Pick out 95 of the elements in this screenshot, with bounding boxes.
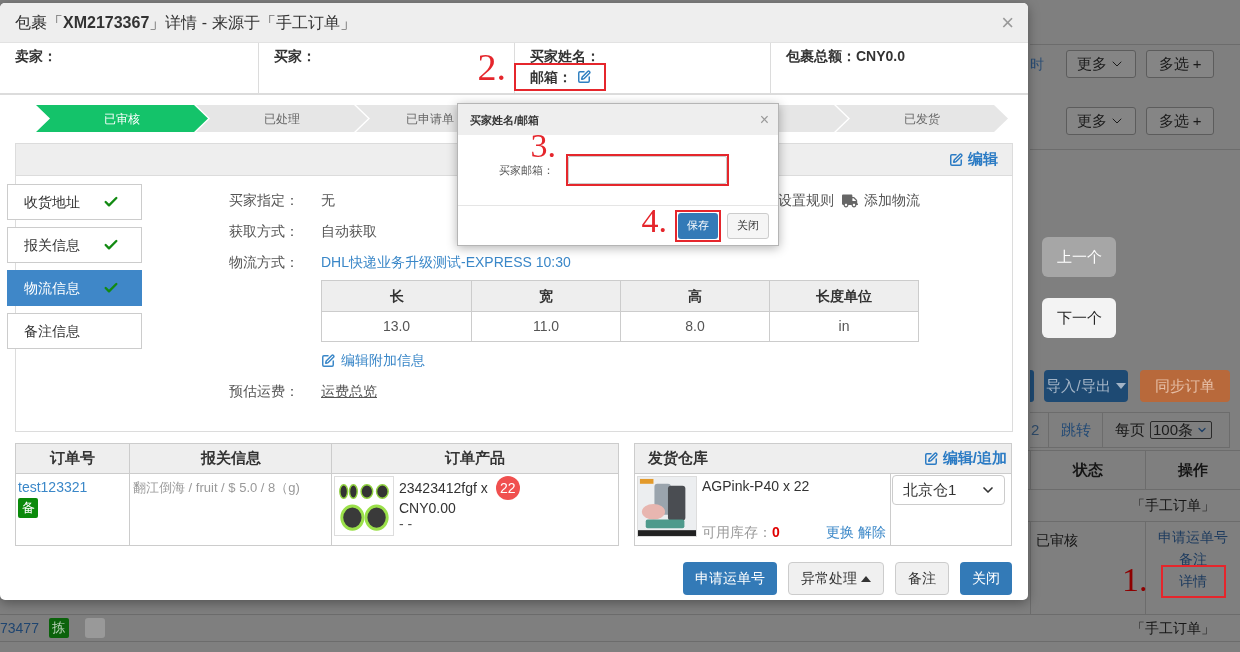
product-sku: 23423412fgf x — [399, 478, 488, 498]
tab[interactable]: 备注信息 — [7, 313, 142, 349]
page-count: 2 — [1030, 413, 1049, 447]
annotation-number: 2. — [477, 48, 506, 86]
freight-overview-link[interactable]: 运费总览 — [321, 381, 377, 402]
tool-link[interactable]: 设置规则 — [778, 190, 834, 211]
annotation-number: 1. — [1122, 563, 1148, 597]
field-label: 邮箱： — [530, 67, 572, 87]
dialog-title: 包裹「XM2173367」详情 - 来源于「手工订单」 — [15, 12, 356, 33]
dialog-button[interactable]: 关闭 — [727, 212, 769, 239]
field-label: 预估运费： — [228, 382, 299, 401]
action-link[interactable]: 申请运单号 — [1158, 526, 1228, 548]
stock-label: 可用库存： — [702, 524, 772, 540]
column-header: 长 — [388, 286, 405, 306]
table-cell: 8.0 — [620, 312, 769, 341]
field-label: 物流方式： — [228, 253, 299, 272]
footer-button[interactable]: 申请运单号 — [683, 562, 777, 595]
close-button[interactable]: × — [759, 111, 769, 128]
jump-link[interactable]: 跳转 — [1049, 413, 1103, 447]
order-source: 「手工订单」 — [1131, 496, 1215, 515]
progress-step: 已发货 — [836, 105, 1008, 132]
order-status: 已审核 — [1036, 532, 1078, 548]
column-header: 高 — [620, 281, 769, 311]
column-header: 操作 — [1178, 459, 1208, 480]
annotation-number: 4. — [641, 203, 667, 238]
item-link[interactable]: 解除 — [858, 524, 886, 540]
toolbar-button[interactable]: 更多 — [1066, 107, 1136, 135]
column-header: 长度单位 — [769, 281, 918, 311]
field-label: 卖家： — [15, 46, 57, 66]
phones-drawing — [637, 476, 697, 537]
field-label: 买家邮箱： — [498, 163, 554, 177]
field-label: 买家指定： — [228, 191, 299, 210]
table-cell: 11.0 — [471, 312, 620, 341]
button-edge[interactable] — [1030, 370, 1034, 402]
per-page-label: 每页 — [1115, 419, 1145, 440]
dialog-button[interactable]: 保存 — [678, 212, 718, 239]
column-header: 订单号 — [48, 448, 96, 469]
edit-icon — [923, 451, 938, 466]
order-source: 「手工订单」 — [1131, 618, 1215, 638]
progress-step: 已审核 — [36, 105, 208, 132]
field-value: 无 — [321, 191, 335, 210]
footer-button[interactable]: 异常处理 — [788, 562, 884, 595]
table-cell-text: 13.0 — [381, 317, 412, 336]
action-button[interactable]: 导入/导出 — [1044, 370, 1128, 402]
footer-button[interactable]: 关闭 — [960, 562, 1012, 595]
column-header: 宽 — [471, 281, 620, 311]
customs-info: 翻江倒海 / fruit / $ 5.0 / 8（g) — [133, 480, 300, 495]
field-value: CNY0.0 — [856, 46, 906, 66]
tag-badge: 备 — [18, 498, 38, 518]
field-label: 获取方式： — [228, 222, 299, 241]
tab[interactable]: 报关信息 — [7, 227, 142, 263]
edit-link[interactable]: 编辑/追加 — [923, 447, 1007, 470]
stock-value: 0 — [772, 524, 780, 540]
field-label: 包裹总额： — [786, 46, 856, 66]
action-button[interactable]: 同步订单 — [1140, 370, 1230, 402]
square-icon — [84, 618, 105, 638]
order-number-link[interactable]: 73477 — [0, 617, 39, 639]
knee-pads-drawing — [334, 476, 394, 536]
edit-icon — [321, 353, 335, 368]
tab[interactable]: 收货地址 — [7, 184, 142, 220]
product-note: - - — [399, 517, 414, 531]
product-price: CNY0.00 — [399, 500, 457, 517]
section-title: 发货仓库 — [648, 448, 708, 469]
edit-icon[interactable] — [577, 70, 591, 84]
tool-link[interactable]: 添加物流 — [842, 190, 920, 211]
edit-extra-link[interactable]: 编辑附加信息 — [321, 350, 425, 371]
tab[interactable]: 物流信息 — [7, 270, 142, 306]
column-header: 状态 — [1073, 459, 1103, 480]
field-value: 自动获取 — [321, 222, 377, 241]
edit-link[interactable]: 编辑 — [949, 148, 998, 171]
progress-step: 已处理 — [196, 105, 368, 132]
warehouse-select[interactable]: 北京仓1 — [892, 475, 1005, 505]
action-link[interactable]: 详情 — [1179, 571, 1207, 592]
nav-button[interactable]: 下一个 — [1042, 298, 1116, 338]
action-link[interactable]: 备注 — [1179, 548, 1207, 570]
quantity-badge: 22 — [495, 476, 520, 500]
field-label: 买家： — [274, 46, 316, 66]
toolbar-button[interactable]: 多选 + — [1146, 50, 1214, 78]
product-name: AGPink-P40 x 22 — [702, 477, 811, 496]
truck-icon — [842, 192, 858, 209]
field-label: 买家姓名： — [530, 47, 601, 65]
page-size-select[interactable]: 100条 — [1150, 421, 1212, 439]
annotation-number: 3. — [530, 129, 556, 163]
column-header: 报关信息 — [129, 444, 331, 473]
column-header: 订单产品 — [331, 444, 618, 473]
tag-badge: 拣 — [48, 618, 69, 638]
shipping-method-link[interactable]: DHL快递业务升级测试-EXPRESS 10:30 — [321, 252, 571, 273]
footer-button[interactable]: 备注 — [895, 562, 949, 595]
table-cell: in — [769, 312, 918, 341]
item-link[interactable]: 更换 — [826, 524, 854, 540]
order-number-link[interactable]: test123321 — [18, 477, 88, 497]
toolbar-button[interactable]: 更多 — [1066, 50, 1136, 78]
edit-icon — [949, 152, 963, 167]
toolbar-button[interactable]: 多选 + — [1146, 107, 1214, 135]
close-button[interactable]: × — [1001, 11, 1014, 34]
